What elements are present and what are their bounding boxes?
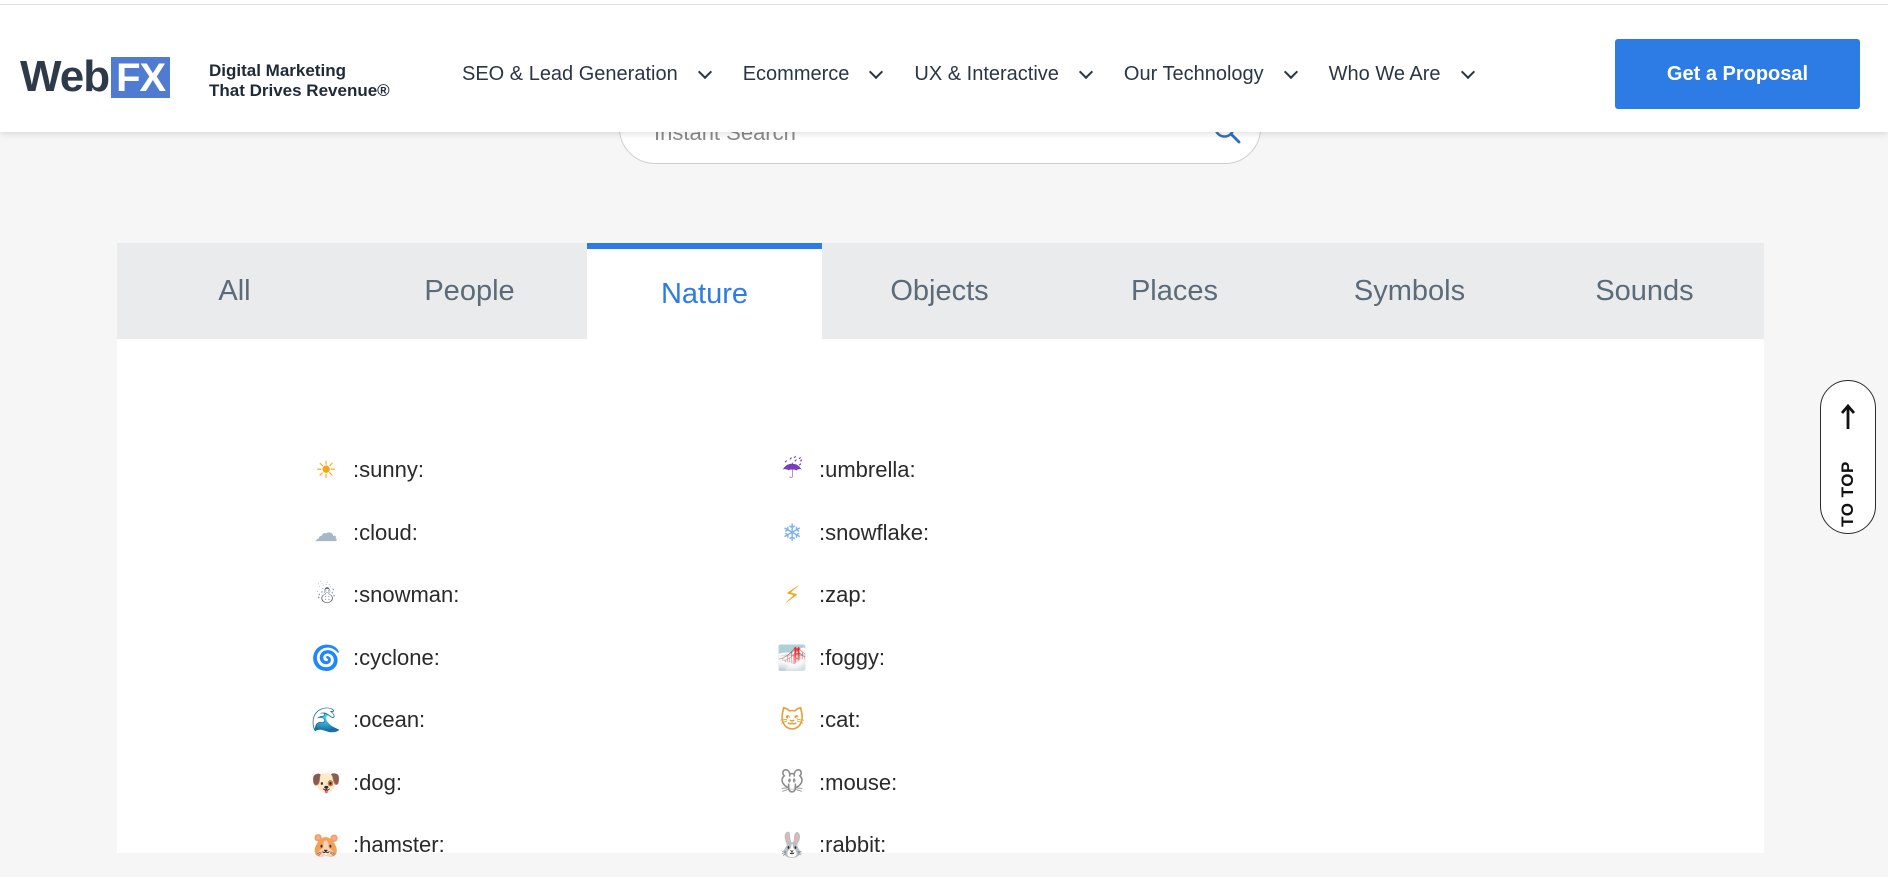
emoji-item-hamster[interactable]: 🐹 :hamster: [311,814,459,877]
emoji-code: :dog: [353,769,402,795]
emoji-item-rabbit[interactable]: 🐰 :rabbit: [777,814,929,877]
nav-item-label: UX & Interactive [914,62,1059,85]
tab-places[interactable]: Places [1057,243,1292,339]
emoji-code: :snowflake: [819,519,930,545]
emoji-code: :mouse: [819,769,898,795]
emoji-item-cyclone[interactable]: 🌀 :cyclone: [311,627,459,690]
chevron-down-icon [1283,64,1298,79]
emoji-item-zap[interactable]: ⚡ :zap: [777,564,929,627]
emoji-item-snowman[interactable]: ☃ :snowman: [311,564,459,627]
mouse-face-icon: 🐭 [779,768,805,797]
emoji-column-right: ☔ :umbrella: ❄ :snowflake: ⚡ :zap: 🌁 :fo… [777,439,929,877]
emoji-code: :snowman: [353,582,460,608]
top-border [0,0,1888,5]
emoji-code: :rabbit: [819,832,887,858]
umbrella-icon: ☔ [781,456,803,485]
chevron-down-icon [697,64,712,79]
arrow-up-icon [1840,403,1856,429]
webfx-logo[interactable]: Web FX [20,52,171,101]
emoji-item-dog[interactable]: 🐶 :dog: [311,752,459,815]
chevron-down-icon [1460,64,1475,79]
emoji-item-snowflake[interactable]: ❄ :snowflake: [777,502,929,565]
emoji-item-mouse[interactable]: 🐭 :mouse: [777,752,929,815]
hamster-face-icon: 🐹 [311,831,341,860]
dog-face-icon: 🐶 [311,768,341,797]
tagline-line-1: Digital Marketing [209,61,346,80]
logo-fx-badge: FX [111,56,171,98]
nav-item-label: SEO & Lead Generation [462,62,678,85]
nav-item-technology[interactable]: Our Technology [1123,62,1298,86]
nav-item-label: Ecommerce [742,62,850,85]
emoji-code: :zap: [819,582,867,608]
snowflake-icon: ❄ [781,518,803,547]
lightning-icon: ⚡ [783,581,801,610]
to-top-button[interactable]: TO TOP [1820,380,1876,534]
sun-icon: ☀ [315,456,337,485]
nav-item-who-we-are[interactable]: Who We Are [1328,62,1475,86]
emoji-code: :cat: [819,707,861,733]
tab-nature[interactable]: Nature [587,243,822,339]
emoji-code: :umbrella: [819,457,916,483]
cat-face-icon: 🐱 [779,706,805,735]
cloud-icon: ☁ [314,518,338,547]
emoji-item-foggy[interactable]: 🌁 :foggy: [777,627,929,690]
logo-web-text: Web [20,52,110,101]
emoji-code: :cyclone: [353,644,440,670]
emoji-category-tabs: All People Nature Objects Places Symbols… [117,243,1764,339]
rabbit-face-icon: 🐰 [777,831,807,860]
chevron-down-icon [869,64,884,79]
to-top-label: TO TOP [1838,461,1857,527]
emoji-code: :hamster: [353,832,445,858]
tab-all[interactable]: All [117,243,352,339]
foggy-icon: 🌁 [777,643,807,672]
tagline-line-2: That Drives Revenue® [209,81,390,100]
tab-symbols[interactable]: Symbols [1292,243,1527,339]
cyclone-icon: 🌀 [311,643,341,672]
tab-objects[interactable]: Objects [822,243,1057,339]
emoji-code: :sunny: [353,457,424,483]
get-a-proposal-button[interactable]: Get a Proposal [1615,39,1860,109]
emoji-item-sunny[interactable]: ☀ :sunny: [311,439,459,502]
nav-item-label: Our Technology [1123,62,1264,85]
emoji-item-umbrella[interactable]: ☔ :umbrella: [777,439,929,502]
site-header: Web FX Digital Marketing That Drives Rev… [0,5,1888,132]
main-nav: SEO & Lead Generation Ecommerce UX & Int… [462,60,1506,88]
emoji-code: :foggy: [819,644,886,670]
emoji-item-cloud[interactable]: ☁ :cloud: [311,502,459,565]
snowman-icon: ☃ [315,581,337,610]
ocean-wave-icon: 🌊 [311,706,341,735]
nav-item-label: Who We Are [1328,62,1441,85]
tab-sounds[interactable]: Sounds [1527,243,1762,339]
chevron-down-icon [1078,64,1093,79]
emoji-code: :cloud: [353,519,418,545]
tagline: Digital Marketing That Drives Revenue® [209,61,390,101]
emoji-code: :ocean: [353,707,426,733]
emoji-column-left: ☀ :sunny: ☁ :cloud: ☃ :snowman: 🌀 :cyclo… [311,439,459,877]
nav-item-ux[interactable]: UX & Interactive [914,62,1093,86]
nav-item-ecommerce[interactable]: Ecommerce [742,62,884,86]
nav-item-seo[interactable]: SEO & Lead Generation [462,62,712,86]
emoji-panel: ☀ :sunny: ☁ :cloud: ☃ :snowman: 🌀 :cyclo… [117,339,1764,859]
emoji-item-cat[interactable]: 🐱 :cat: [777,689,929,752]
emoji-item-ocean[interactable]: 🌊 :ocean: [311,689,459,752]
tab-people[interactable]: People [352,243,587,339]
